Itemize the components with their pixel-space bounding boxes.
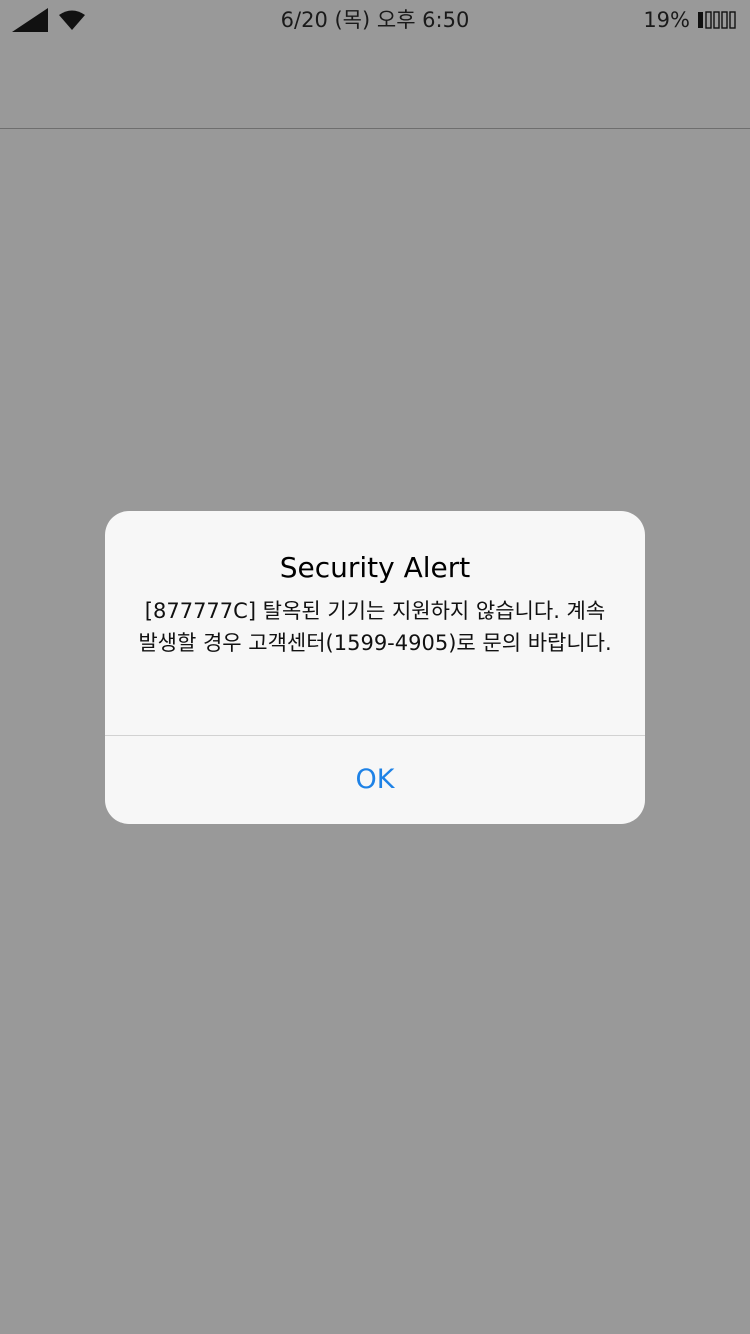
- status-time: 6/20 (목) 오후 6:50: [280, 8, 470, 32]
- navigation-bar: [0, 40, 750, 129]
- security-alert-dialog: Security Alert [877777C] 탈옥된 기기는 지원하지 않습…: [105, 511, 645, 824]
- battery-icon: [698, 11, 736, 29]
- alert-title: Security Alert: [279, 551, 471, 584]
- battery-percent: 19%: [643, 8, 690, 32]
- ok-button[interactable]: OK: [105, 736, 645, 824]
- status-bar: 6/20 (목) 오후 6:50 19%: [0, 0, 750, 40]
- alert-message: [877777C] 탈옥된 기기는 지원하지 않습니다. 계속 발생할 경우 고…: [138, 599, 612, 655]
